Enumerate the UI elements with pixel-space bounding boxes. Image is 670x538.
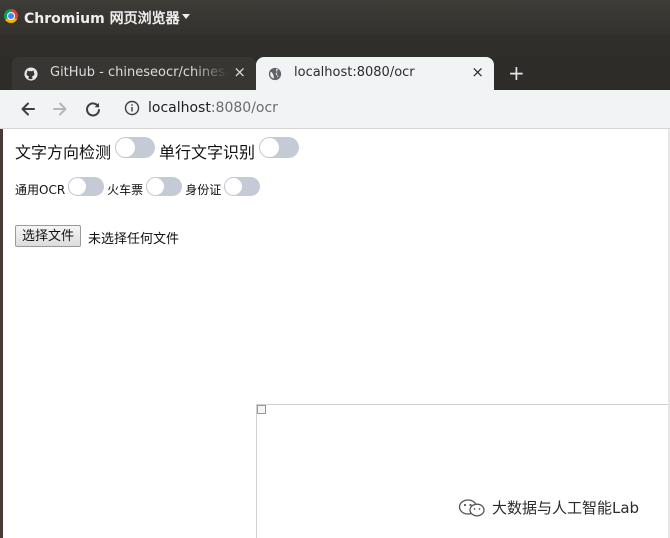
forward-arrow-icon[interactable] [51, 100, 69, 118]
app-menu-title[interactable]: Chromium 网页浏览器 [24, 8, 180, 28]
watermark-text: 大数据与人工智能Lab [492, 499, 640, 517]
single-line-label: 单行文字识别 [159, 143, 256, 162]
toggle-knob [69, 178, 87, 195]
choose-file-button[interactable]: 选择文件 [15, 225, 82, 247]
tab-title: localhost:8080/ocr [294, 65, 415, 80]
broken-image-icon [257, 405, 266, 414]
dropdown-caret-icon[interactable] [182, 14, 190, 19]
train-ticket-label: 火车票 [107, 183, 144, 197]
chromium-icon [4, 9, 18, 23]
tab-strip: GitHub - chineseocr/chineseocr × localho… [0, 35, 670, 90]
site-info-icon[interactable] [124, 100, 140, 116]
wechat-icon [458, 498, 485, 516]
url-host: localhost [148, 100, 211, 116]
general-ocr-toggle[interactable] [68, 177, 105, 196]
screen: Chromium 网页浏览器 GitHub - chineseocr/chine… [0, 0, 670, 538]
new-tab-button[interactable]: + [508, 63, 525, 83]
id-card-toggle[interactable] [224, 177, 261, 196]
toggle-knob [116, 137, 136, 157]
tab-github[interactable]: GitHub - chineseocr/chineseocr × [12, 57, 256, 90]
back-arrow-icon[interactable] [19, 100, 37, 118]
browser-toolbar: localhost:8080/ocr [0, 90, 670, 129]
globe-icon [268, 67, 282, 81]
window-left-edge [0, 129, 3, 538]
github-icon [24, 67, 38, 81]
tab-localhost[interactable]: localhost:8080/ocr × [256, 57, 494, 90]
toggle-knob [225, 178, 243, 195]
page-content: 文字方向检测 单行文字识别 通用OCR 火车票 身份证 选择文件 未选择任何文件 [0, 129, 670, 538]
toggle-knob [260, 137, 280, 157]
text-direction-label: 文字方向检测 [15, 143, 112, 162]
ocr-mode-row: 通用OCR 火车票 身份证 [15, 177, 263, 198]
tab-close-button[interactable]: × [233, 64, 246, 80]
ocr-options-row: 文字方向检测 单行文字识别 [15, 136, 303, 163]
window-titlebar [0, 35, 670, 57]
address-bar[interactable]: localhost:8080/ocr [148, 100, 278, 116]
toggle-knob [147, 178, 165, 195]
watermark: 大数据与人工智能Lab [458, 497, 639, 518]
tab-close-button[interactable]: × [471, 64, 484, 80]
general-ocr-label: 通用OCR [15, 183, 66, 197]
os-top-bar: Chromium 网页浏览器 [0, 0, 670, 35]
text-direction-toggle[interactable] [115, 136, 156, 158]
tab-title: GitHub - chineseocr/chineseocr [50, 65, 228, 80]
reload-icon[interactable] [84, 100, 102, 118]
train-ticket-toggle[interactable] [146, 177, 183, 196]
url-path: :8080/ocr [210, 100, 278, 116]
single-line-toggle[interactable] [259, 136, 300, 158]
id-card-label: 身份证 [185, 183, 222, 197]
file-status-text: 未选择任何文件 [88, 232, 180, 247]
